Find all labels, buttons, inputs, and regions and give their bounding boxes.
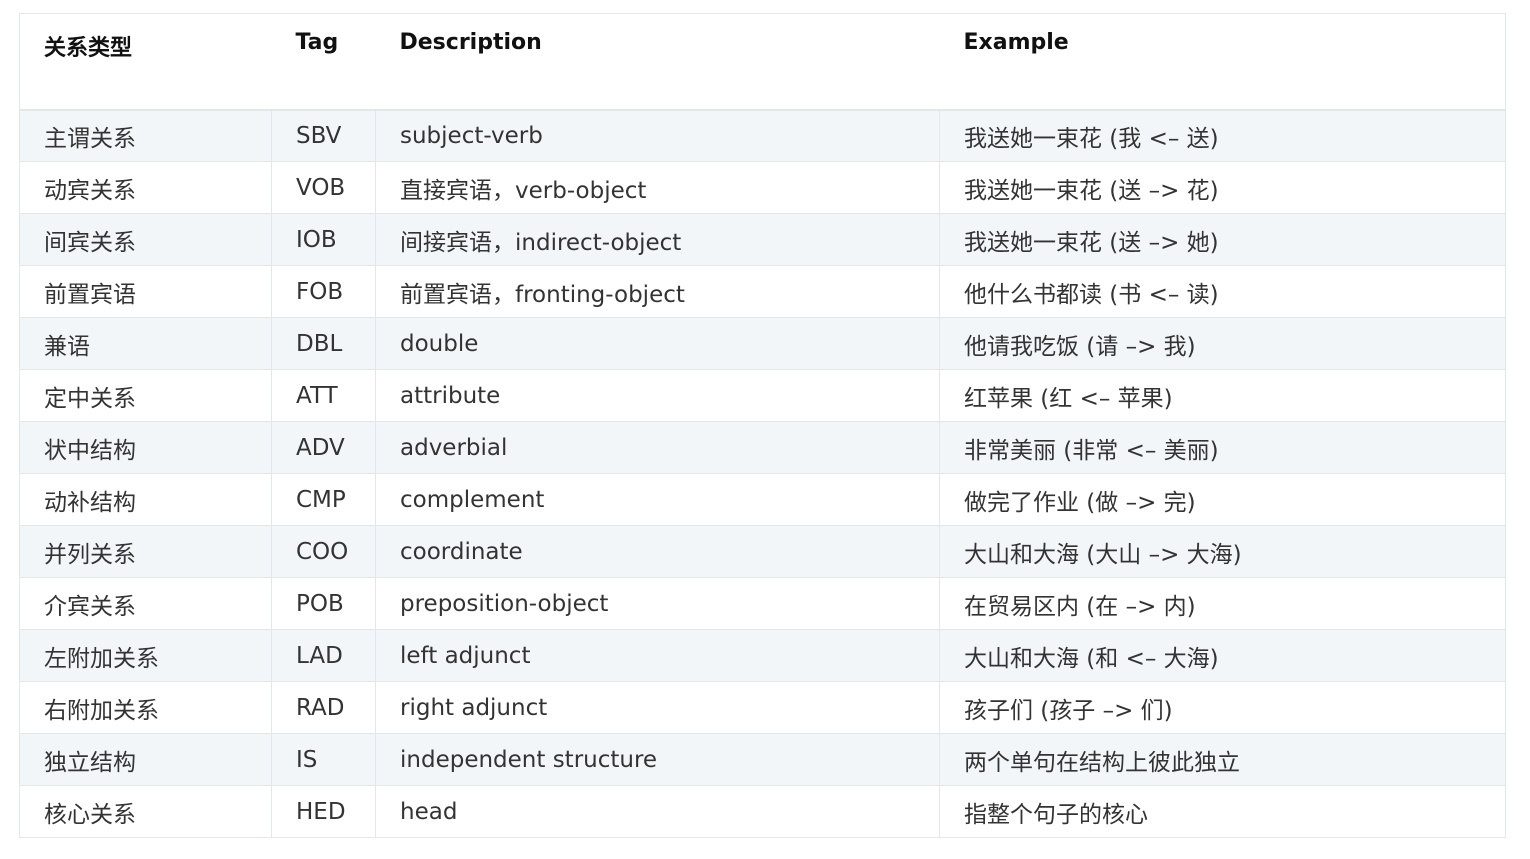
cell-relation-type: 介宾关系 [19,577,272,630]
cell-description: double [375,317,940,370]
cell-description: 直接宾语，verb-object [375,161,940,214]
cell-example: 他请我吃饭 (请 –> 我) [939,317,1506,370]
header-tag: Tag [271,13,376,111]
cell-relation-type: 左附加关系 [19,629,272,682]
cell-example: 指整个句子的核心 [939,785,1506,838]
cell-description: adverbial [375,421,940,474]
cell-example: 他什么书都读 (书 <– 读) [939,265,1506,318]
table-row: 动宾关系 VOB 直接宾语，verb-object 我送她一束花 (送 –> 花) [19,161,1506,214]
table-row: 独立结构 IS independent structure 两个单句在结构上彼此独立 [19,733,1506,786]
cell-example: 大山和大海 (大山 –> 大海) [939,525,1506,578]
header-row: 关系类型 Tag Description Example [19,13,1506,111]
table-row: 定中关系 ATT attribute 红苹果 (红 <– 苹果) [19,369,1506,422]
cell-description: independent structure [375,733,940,786]
cell-tag: VOB [271,161,376,214]
cell-description: complement [375,473,940,526]
cell-tag: COO [271,525,376,578]
table-body: 主谓关系 SBV subject-verb 我送她一束花 (我 <– 送) 动宾关系 VO… [19,109,1506,838]
table-row: 右附加关系 RAD right adjunct 孩子们 (孩子 –> 们) [19,681,1506,734]
cell-relation-type: 间宾关系 [19,213,272,266]
cell-relation-type: 核心关系 [19,785,272,838]
cell-example: 两个单句在结构上彼此独立 [939,733,1506,786]
cell-description: coordinate [375,525,940,578]
cell-description: 间接宾语，indirect-object [375,213,940,266]
cell-relation-type: 并列关系 [19,525,272,578]
cell-description: attribute [375,369,940,422]
table-row: 左附加关系 LAD left adjunct 大山和大海 (和 <– 大海) [19,629,1506,682]
cell-description: subject-verb [375,109,940,162]
table-row: 间宾关系 IOB 间接宾语，indirect-object 我送她一束花 (送 –> … [19,213,1506,266]
cell-tag: RAD [271,681,376,734]
table-row: 状中结构 ADV adverbial 非常美丽 (非常 <– 美丽) [19,421,1506,474]
table-row: 主谓关系 SBV subject-verb 我送她一束花 (我 <– 送) [19,109,1506,162]
cell-description: preposition-object [375,577,940,630]
cell-tag: IOB [271,213,376,266]
table-row: 核心关系 HED head 指整个句子的核心 [19,785,1506,838]
cell-example: 非常美丽 (非常 <– 美丽) [939,421,1506,474]
cell-description: right adjunct [375,681,940,734]
cell-example: 我送她一束花 (送 –> 她) [939,213,1506,266]
cell-relation-type: 兼语 [19,317,272,370]
dependency-relations-table: 关系类型 Tag Description Example 主谓关系 SBV subj… [19,13,1506,838]
cell-description: 前置宾语，fronting-object [375,265,940,318]
table-row: 介宾关系 POB preposition-object 在贸易区内 (在 –> 内) [19,577,1506,630]
table-row: 前置宾语 FOB 前置宾语，fronting-object 他什么书都读 (书 <– … [19,265,1506,318]
cell-relation-type: 右附加关系 [19,681,272,734]
header-description: Description [375,13,940,111]
cell-description: left adjunct [375,629,940,682]
cell-tag: ATT [271,369,376,422]
cell-relation-type: 前置宾语 [19,265,272,318]
table-row: 动补结构 CMP complement 做完了作业 (做 –> 完) [19,473,1506,526]
table-row: 并列关系 COO coordinate 大山和大海 (大山 –> 大海) [19,525,1506,578]
cell-tag: LAD [271,629,376,682]
cell-example: 孩子们 (孩子 –> 们) [939,681,1506,734]
cell-tag: HED [271,785,376,838]
cell-relation-type: 主谓关系 [19,109,272,162]
cell-example: 做完了作业 (做 –> 完) [939,473,1506,526]
cell-example: 在贸易区内 (在 –> 内) [939,577,1506,630]
cell-relation-type: 动宾关系 [19,161,272,214]
cell-tag: DBL [271,317,376,370]
cell-relation-type: 动补结构 [19,473,272,526]
cell-tag: ADV [271,421,376,474]
cell-tag: POB [271,577,376,630]
cell-tag: CMP [271,473,376,526]
cell-tag: SBV [271,109,376,162]
header-example: Example [939,13,1506,111]
table-row: 兼语 DBL double 他请我吃饭 (请 –> 我) [19,317,1506,370]
cell-example: 我送她一束花 (我 <– 送) [939,109,1506,162]
cell-tag: FOB [271,265,376,318]
cell-relation-type: 状中结构 [19,421,272,474]
cell-tag: IS [271,733,376,786]
cell-example: 我送她一束花 (送 –> 花) [939,161,1506,214]
cell-example: 红苹果 (红 <– 苹果) [939,369,1506,422]
table-header: 关系类型 Tag Description Example [19,13,1506,111]
cell-description: head [375,785,940,838]
cell-relation-type: 定中关系 [19,369,272,422]
cell-example: 大山和大海 (和 <– 大海) [939,629,1506,682]
header-relation-type: 关系类型 [19,13,272,111]
cell-relation-type: 独立结构 [19,733,272,786]
